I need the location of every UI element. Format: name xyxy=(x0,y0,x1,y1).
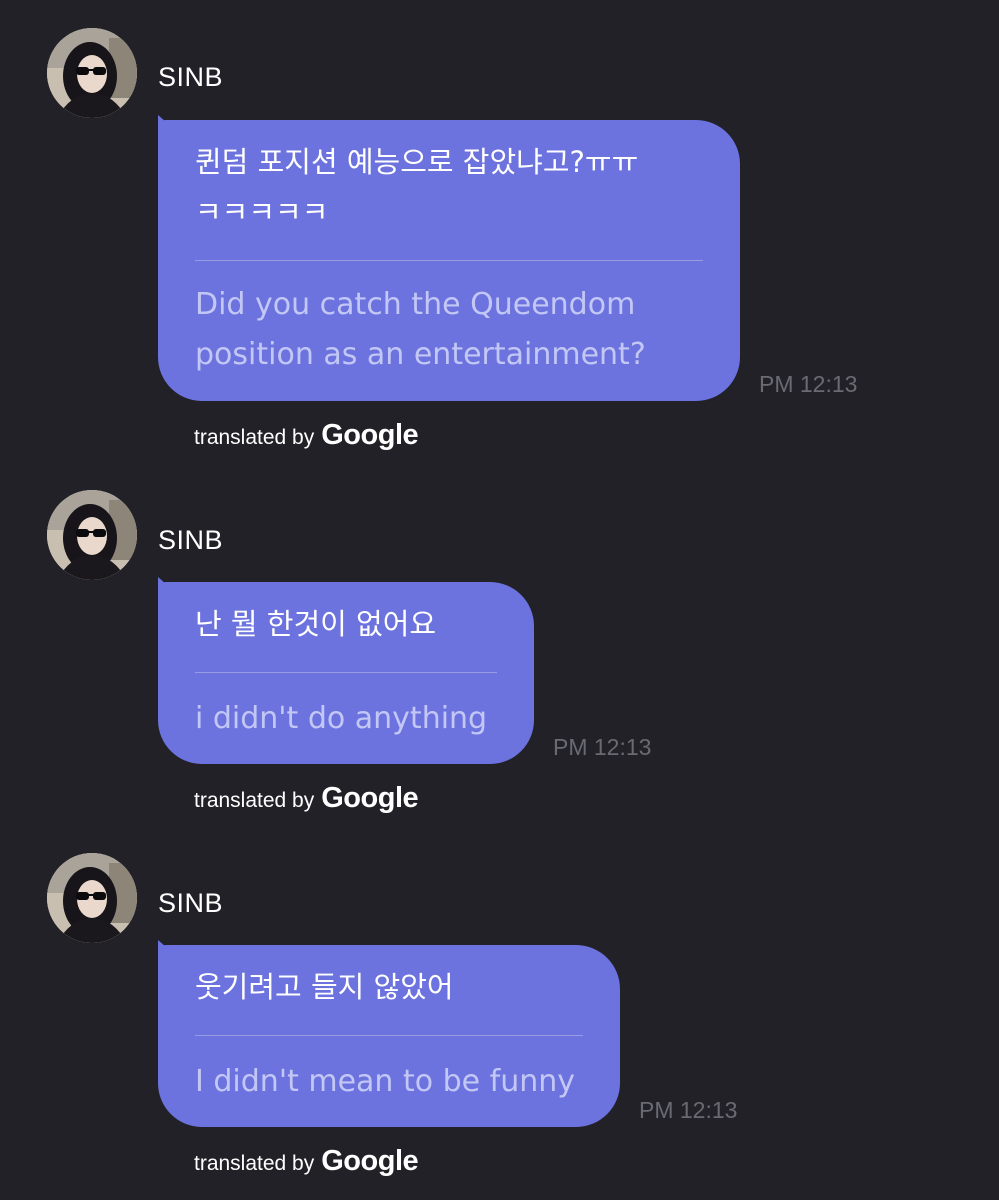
message-timestamp: PM 12:13 xyxy=(639,1097,738,1123)
translation-credit: translated by Google xyxy=(194,1145,419,1178)
credit-prefix: translated by xyxy=(194,1152,315,1175)
google-logo: Google xyxy=(321,1145,419,1177)
original-message-text: 웃기려고 들지 않았어 xyxy=(195,970,454,1004)
sender-name: SINB xyxy=(158,888,224,918)
translated-message-text: I didn't mean to be funny xyxy=(195,1064,576,1099)
sender-avatar[interactable] xyxy=(47,853,137,943)
translation-divider xyxy=(195,1035,583,1036)
message-bubble[interactable]: 웃기려고 들지 않았어 I didn't mean to be funny xyxy=(158,945,620,1127)
chat-message: SINB 웃기려고 들지 않았어 I didn't mean to be fun… xyxy=(0,0,999,1200)
